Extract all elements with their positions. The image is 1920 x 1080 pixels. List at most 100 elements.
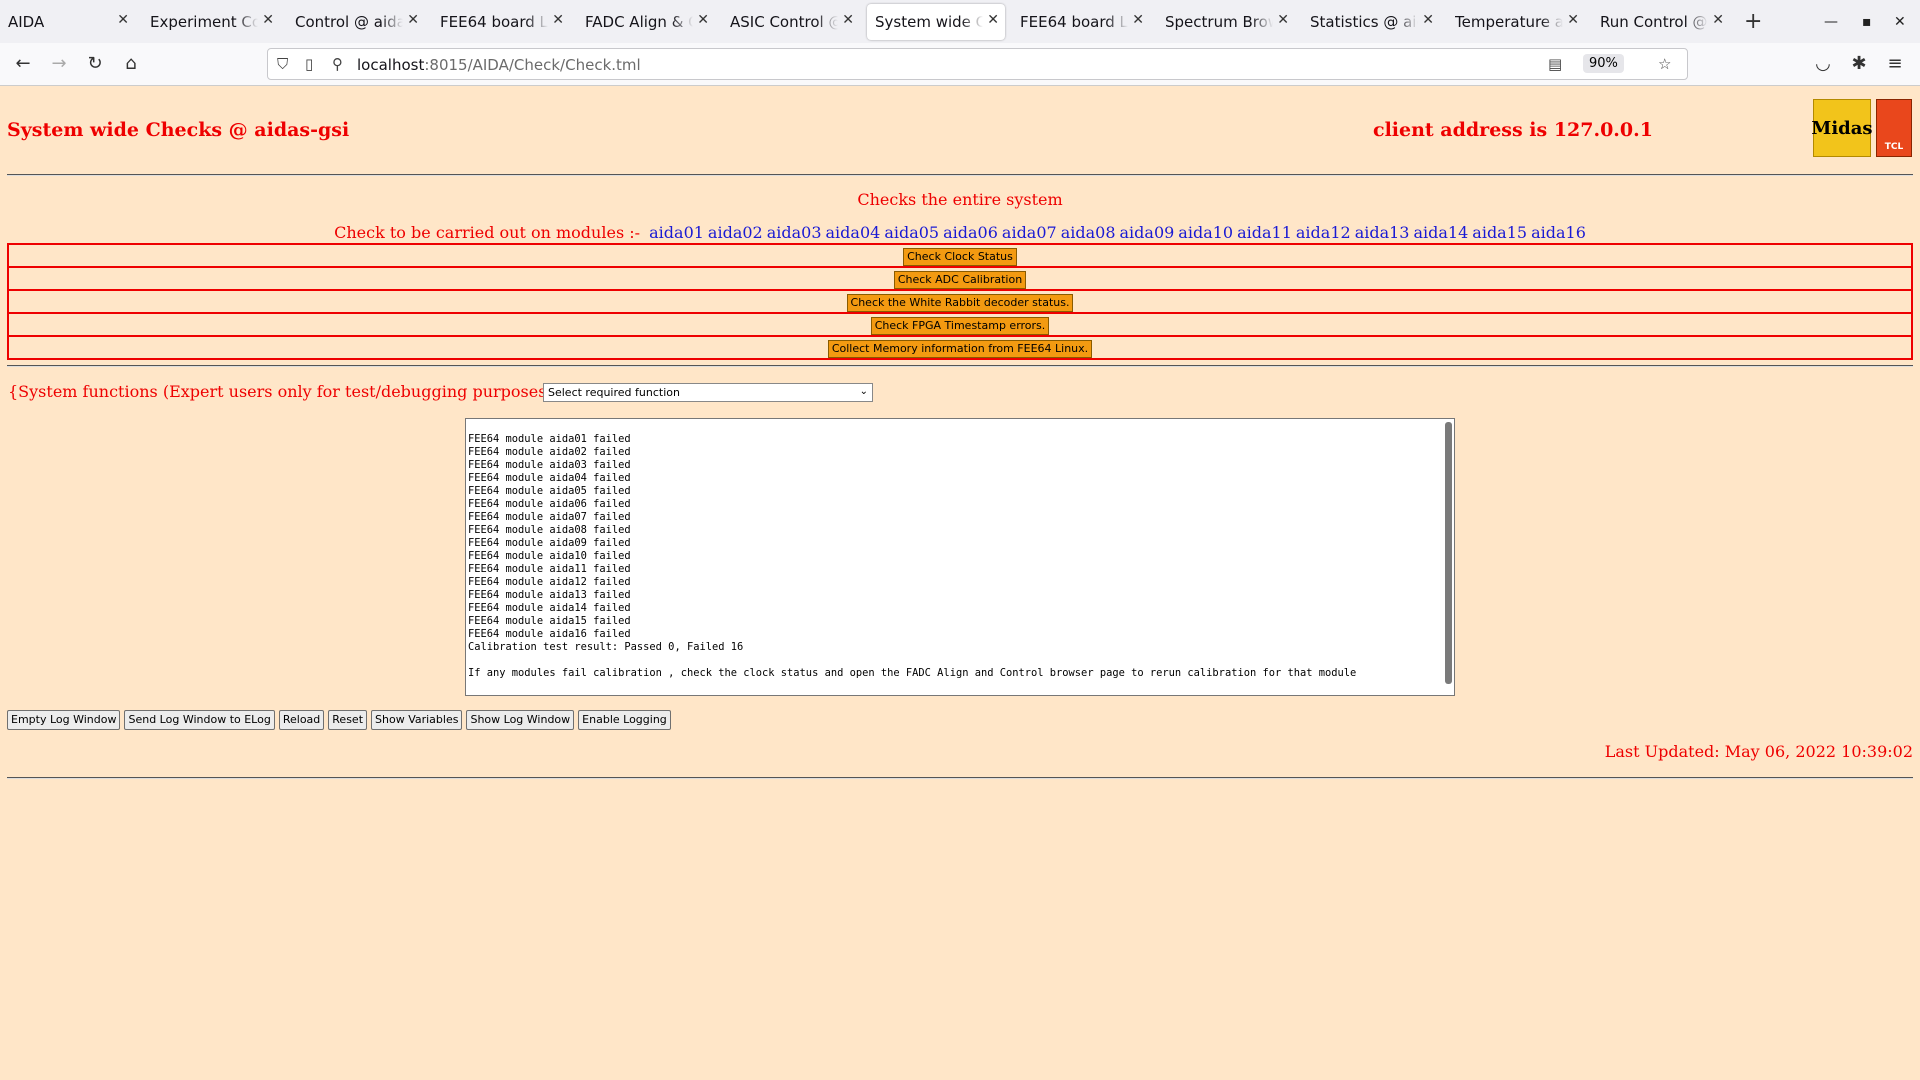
menu-icon[interactable]: ≡ [1884,53,1906,74]
shield-icon[interactable]: ⛉ [277,55,288,73]
check-fpga-timestamp-button[interactable]: Check FPGA Timestamp errors. [870,317,1050,335]
module-link-aida08[interactable]: aida08 [1061,223,1116,242]
log-line: Calibration test result: Passed 0, Faile… [468,641,744,653]
log-line: FEE64 module aida09 failed [468,537,631,549]
log-line: FEE64 module aida10 failed [468,550,631,562]
module-link-aida09[interactable]: aida09 [1120,223,1175,242]
module-link-aida04[interactable]: aida04 [826,223,881,242]
module-link-aida15[interactable]: aida15 [1472,223,1527,242]
browser-tab[interactable]: Spectrum Browsi✕ [1157,4,1295,40]
module-link-aida03[interactable]: aida03 [767,223,822,242]
module-link-aida11[interactable]: aida11 [1237,223,1292,242]
show-variables-button[interactable]: Show Variables [371,710,463,730]
browser-tab[interactable]: ASIC Control @ a✕ [722,4,860,40]
close-icon[interactable]: ✕ [697,12,709,28]
last-updated: Last Updated: May 06, 2022 10:39:02 [1604,742,1913,761]
reload-icon[interactable]: ↻ [84,53,106,74]
minimize-icon[interactable]: — [1824,0,1838,43]
close-icon[interactable]: ✕ [1277,12,1289,28]
close-icon[interactable]: ✕ [1132,12,1144,28]
permissions-icon[interactable]: ⚲ [332,55,343,73]
tab-title: Run Control @ ai [1600,12,1708,31]
midas-logo: Midas [1811,99,1873,157]
module-link-aida16[interactable]: aida16 [1531,223,1586,242]
module-link-aida06[interactable]: aida06 [943,223,998,242]
tab-bar: AIDA ✕ Experiment Cont✕ Control @ aidas-✕… [0,0,1920,43]
tab-title: FADC Align & Co [585,12,693,31]
tab-title: System wide Che [875,12,983,31]
close-icon[interactable]: ✕ [842,12,854,28]
enable-logging-button[interactable]: Enable Logging [578,710,671,730]
browser-tab[interactable]: Experiment Cont✕ [142,4,280,40]
check-white-rabbit-button[interactable]: Check the White Rabbit decoder status. [846,294,1074,312]
log-line: FEE64 module aida04 failed [468,472,631,484]
check-row: Check the White Rabbit decoder status. [7,289,1913,314]
module-link-aida12[interactable]: aida12 [1296,223,1351,242]
back-arrow-icon[interactable]: ← [12,53,34,74]
divider [7,777,1913,779]
maximize-icon[interactable]: ▪ [1862,0,1872,43]
check-adc-calibration-button[interactable]: Check ADC Calibration [893,271,1027,289]
empty-log-window-button[interactable]: Empty Log Window [7,710,121,730]
module-link-aida13[interactable]: aida13 [1355,223,1410,242]
browser-tab[interactable]: Statistics @ aida✕ [1302,4,1440,40]
close-icon[interactable]: ✕ [117,12,129,28]
reader-view-icon[interactable]: ▤ [1548,55,1562,73]
tab-title: AIDA [8,12,45,31]
log-line: FEE64 module aida11 failed [468,563,631,575]
tab-title: ASIC Control @ a [730,12,838,31]
page-icon[interactable]: ▯ [305,55,313,73]
new-tab-icon[interactable]: + [1744,9,1762,34]
log-line: FEE64 module aida15 failed [468,615,631,627]
module-link-aida01[interactable]: aida01 [649,223,704,242]
collect-memory-button[interactable]: Collect Memory information from FEE64 Li… [827,340,1093,358]
log-line: FEE64 module aida08 failed [468,524,631,536]
check-table: Check Clock Status Check ADC Calibration… [7,243,1913,360]
close-window-icon[interactable]: ✕ [1894,0,1906,43]
module-link-aida07[interactable]: aida07 [1002,223,1057,242]
module-link-aida02[interactable]: aida02 [708,223,763,242]
browser-tab[interactable]: FADC Align & Co✕ [577,4,715,40]
browser-tab[interactable]: FEE64 board Lay✕ [1012,4,1150,40]
check-clock-status-button[interactable]: Check Clock Status [903,248,1017,266]
tab-title: Temperature and [1455,12,1563,31]
page: System wide Checks @ aidas-gsi client ad… [0,86,1920,1080]
module-link-aida14[interactable]: aida14 [1413,223,1468,242]
tab-title: FEE64 board Lay [1020,12,1128,31]
show-log-window-button[interactable]: Show Log Window [466,710,575,730]
home-icon[interactable]: ⌂ [120,53,142,74]
close-icon[interactable]: ✕ [407,12,419,28]
tab-title: FEE64 board Lay [440,12,548,31]
star-icon[interactable]: ☆ [1658,55,1671,73]
log-line: FEE64 module aida16 failed [468,628,631,640]
check-row: Check ADC Calibration [7,266,1913,291]
browser-tab[interactable]: Temperature and✕ [1447,4,1585,40]
module-link-aida10[interactable]: aida10 [1178,223,1233,242]
browser-tab[interactable]: Control @ aidas-✕ [287,4,425,40]
forward-arrow-icon[interactable]: → [48,53,70,74]
close-icon[interactable]: ✕ [1567,12,1579,28]
zoom-badge[interactable]: 90% [1583,54,1624,73]
pocket-icon[interactable]: ◡ [1812,53,1834,74]
nav-bar: ← → ↻ ⌂ ⛉ ▯ ⚲ localhost:8015/AIDA/Check/… [0,43,1920,86]
module-link-aida05[interactable]: aida05 [884,223,939,242]
close-icon[interactable]: ✕ [1712,12,1724,28]
browser-tab[interactable]: Run Control @ ai✕ [1592,4,1730,40]
close-icon[interactable]: ✕ [262,12,274,28]
log-line: FEE64 module aida01 failed [468,433,631,445]
log-window[interactable]: FEE64 module aida01 failed FEE64 module a… [465,418,1455,696]
browser-tab-active[interactable]: System wide Che✕ [867,3,1005,40]
close-icon[interactable]: ✕ [552,12,564,28]
url-bar[interactable]: ⛉ ▯ ⚲ localhost:8015/AIDA/Check/Check.tm… [267,48,1688,80]
browser-tab[interactable]: FEE64 board Lay✕ [432,4,570,40]
browser-tab[interactable]: AIDA ✕ [0,4,135,40]
scrollbar[interactable] [1445,422,1452,684]
extension-icon[interactable]: ✱ [1848,53,1870,74]
close-icon[interactable]: ✕ [987,12,999,28]
log-line: FEE64 module aida13 failed [468,589,631,601]
reload-button[interactable]: Reload [278,710,325,730]
reset-button[interactable]: Reset [328,710,368,730]
send-log-to-elog-button[interactable]: Send Log Window to ELog [124,710,275,730]
close-icon[interactable]: ✕ [1422,12,1434,28]
system-function-select[interactable]: Select required function ⌄ [543,383,873,402]
